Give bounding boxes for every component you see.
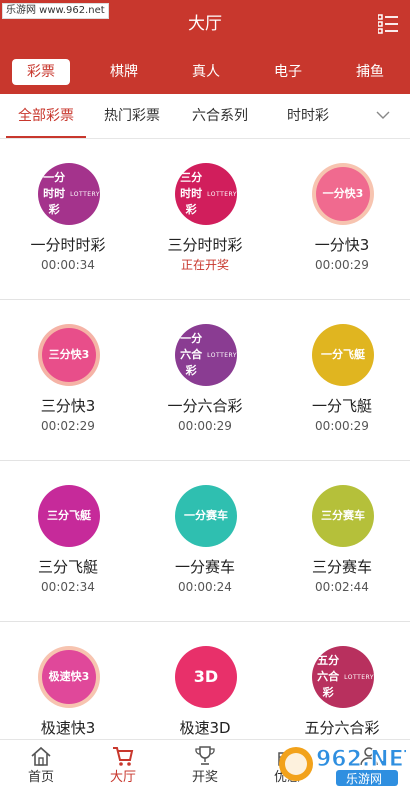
game-name: 三分飞艇	[37, 558, 98, 576]
category-lottery[interactable]: 彩票	[12, 59, 70, 85]
top-header: 乐游网 www.962.net 大厅	[0, 0, 410, 50]
game-name: 极速3D	[179, 719, 231, 737]
category-electronic[interactable]: 电子	[259, 59, 317, 85]
game-logo-icon: 一分飞艇	[312, 324, 374, 386]
nav-home[interactable]: 首页	[0, 740, 82, 790]
game-logo-text: 三分快3	[48, 348, 90, 361]
nav-home-label: 首页	[27, 770, 54, 785]
game-countdown: 00:00:34	[41, 258, 95, 272]
game-item[interactable]: 三分时时彩 LOTTERY 三分时时彩正在开奖	[137, 139, 273, 299]
game-countdown: 00:00:29	[315, 419, 369, 433]
trophy-icon	[195, 746, 215, 765]
category-live[interactable]: 真人	[177, 59, 235, 85]
game-logo-icon: 3D	[175, 646, 237, 708]
game-logo-text: 三分飞艇	[47, 509, 91, 522]
game-countdown: 00:02:34	[41, 580, 95, 594]
game-name: 一分时时彩	[30, 236, 106, 254]
game-item[interactable]: 一分快3 一分快3 00:00:29	[274, 139, 410, 299]
game-logo-text: 三分赛车	[321, 509, 365, 522]
nav-draw-label: 开奖	[191, 770, 218, 785]
game-countdown: 00:00:24	[178, 580, 232, 594]
game-row: 三分飞艇 三分飞艇 00:02:34 一分赛车 一分赛车 00:00:24 三分赛车 三分赛车…	[0, 461, 410, 622]
category-fishing[interactable]: 捕鱼	[341, 59, 399, 85]
game-name: 一分赛车	[174, 558, 235, 576]
game-logo-icon: 极速快3	[38, 646, 100, 708]
game-item[interactable]: 一分飞艇 一分飞艇 00:00:29	[274, 300, 410, 460]
game-row: 三分快3 三分快3 00:02:29 一分六合彩 LOTTERY 一分六合彩 00:00:2…	[0, 300, 410, 461]
page-title: 大厅	[188, 14, 222, 34]
game-item[interactable]: 三分赛车 三分赛车 00:02:44	[274, 461, 410, 621]
game-logo-text: 极速快3	[48, 670, 90, 683]
game-countdown: 00:00:29	[178, 419, 232, 433]
subtab-all-lottery[interactable]: 全部彩票	[6, 94, 86, 138]
cart-icon	[113, 747, 134, 766]
game-item[interactable]: 五分六合彩 LOTTERY 五分六合彩	[274, 622, 410, 739]
game-item[interactable]: 一分时时彩 LOTTERY 一分时时彩 00:00:34	[0, 139, 136, 299]
game-item[interactable]: 一分赛车 一分赛车 00:00:24	[137, 461, 273, 621]
game-logo-icon: 五分六合彩 LOTTERY	[312, 646, 374, 708]
game-logo-text: 一分六合彩	[180, 332, 203, 377]
nav-draw[interactable]: 开奖	[164, 740, 246, 790]
game-logo-subtext: LOTTERY	[344, 674, 374, 681]
game-countdown: 00:00:29	[315, 258, 369, 272]
game-row: 一分时时彩 LOTTERY 一分时时彩 00:00:34 三分时时彩 LOTTERY 三分时…	[0, 139, 410, 300]
game-logo-text: 三分时时彩	[180, 171, 203, 216]
game-logo-icon: 三分时时彩 LOTTERY	[175, 163, 237, 225]
game-name: 极速快3	[40, 719, 96, 737]
game-name: 一分快3	[314, 236, 370, 254]
game-item[interactable]: 三分飞艇 三分飞艇 00:02:34	[0, 461, 136, 621]
game-logo-icon: 三分赛车	[312, 485, 374, 547]
game-name: 三分快3	[40, 397, 96, 415]
category-chess[interactable]: 棋牌	[95, 59, 153, 85]
game-logo-text: 一分时时彩	[43, 171, 66, 216]
nav-lobby-label: 大厅	[109, 770, 136, 785]
game-item[interactable]: 一分六合彩 LOTTERY 一分六合彩 00:00:29	[137, 300, 273, 460]
subtab-liuhe-series[interactable]: 六合系列	[180, 94, 260, 138]
game-countdown: 正在开奖	[180, 258, 229, 272]
game-logo-subtext: LOTTERY	[70, 191, 100, 198]
game-logo-text: 一分赛车	[184, 509, 228, 522]
home-icon	[31, 746, 51, 766]
game-logo-text: 一分飞艇	[321, 348, 365, 361]
logo-text: 962.NET	[316, 747, 406, 772]
category-bar: 彩票 棋牌 真人 电子 捕鱼	[0, 50, 410, 94]
game-logo-icon: 三分快3	[38, 324, 100, 386]
game-countdown: 00:02:29	[41, 419, 95, 433]
nav-lobby[interactable]: 大厅	[82, 740, 164, 790]
game-logo-icon: 三分飞艇	[38, 485, 100, 547]
game-name: 一分飞艇	[311, 397, 372, 415]
game-logo-subtext: LOTTERY	[207, 352, 237, 359]
game-row: 极速快3 极速快3 3D 极速3D 五分六合彩 LOTTERY 五分六合彩	[0, 622, 410, 739]
game-logo-subtext: LOTTERY	[207, 191, 237, 198]
game-logo-icon: 一分六合彩 LOTTERY	[175, 324, 237, 386]
game-countdown: 00:02:44	[315, 580, 369, 594]
game-grid: 一分时时彩 LOTTERY 一分时时彩 00:00:34 三分时时彩 LOTTERY 三分时…	[0, 139, 410, 739]
game-item[interactable]: 极速快3 极速快3	[0, 622, 136, 739]
game-logo-text: 一分快3	[322, 187, 364, 200]
game-logo-icon: 一分时时彩 LOTTERY	[38, 163, 100, 225]
game-logo-icon: 一分赛车	[175, 485, 237, 547]
lottery-subtabs: 全部彩票 热门彩票 六合系列 时时彩	[0, 94, 410, 139]
game-logo-text: 五分六合彩	[317, 654, 340, 699]
logo-sub-text: 乐游网	[346, 772, 382, 786]
game-item[interactable]: 3D 极速3D	[137, 622, 273, 739]
subtab-ssc[interactable]: 时时彩	[268, 94, 348, 138]
game-logo-text: 3D	[193, 667, 219, 686]
game-name: 三分赛车	[311, 558, 372, 576]
game-name: 五分六合彩	[304, 719, 380, 737]
list-menu-icon[interactable]	[378, 14, 398, 34]
game-name: 一分六合彩	[167, 397, 243, 415]
game-item[interactable]: 三分快3 三分快3 00:02:29	[0, 300, 136, 460]
game-name: 三分时时彩	[167, 236, 243, 254]
chevron-down-icon[interactable]	[376, 108, 390, 122]
site-logo-watermark: 962.NET 乐游网	[279, 747, 406, 786]
game-logo-icon: 一分快3	[312, 163, 374, 225]
subtab-hot-lottery[interactable]: 热门彩票	[92, 94, 172, 138]
